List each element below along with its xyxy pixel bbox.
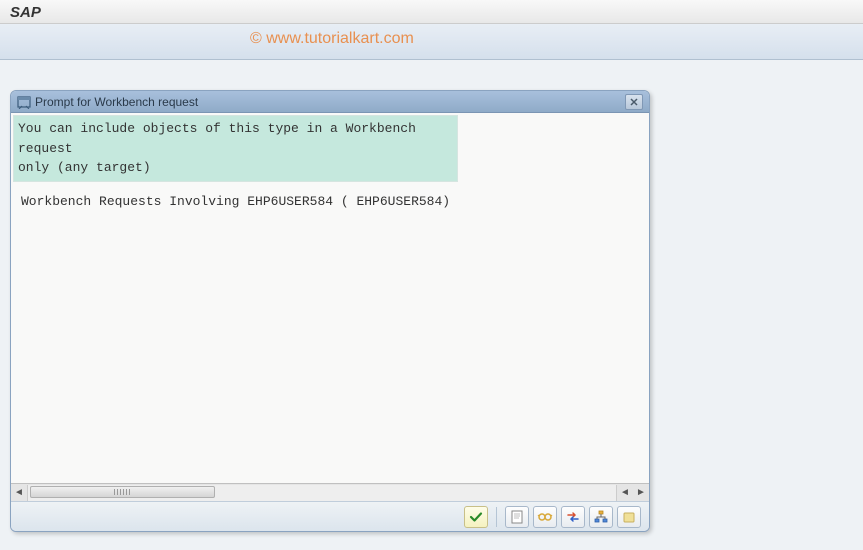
dialog-body: You can include objects of this type in …: [11, 113, 649, 501]
dialog-title: Prompt for Workbench request: [35, 95, 198, 109]
content-area: Prompt for Workbench request You can inc…: [0, 60, 863, 550]
app-title: SAP: [10, 4, 41, 21]
info-line-2: only (any target): [18, 158, 453, 178]
change-request-button[interactable]: [561, 506, 585, 528]
scroll-track[interactable]: [27, 485, 617, 501]
info-line-1: You can include objects of this type in …: [18, 119, 453, 158]
create-request-button[interactable]: [505, 506, 529, 528]
dialog-footer-toolbar: [11, 501, 649, 531]
watermark-text: © www.tutorialkart.com: [250, 30, 414, 48]
scroll-left-arrow-icon[interactable]: ◄: [11, 485, 27, 501]
cancel-button[interactable]: [617, 506, 641, 528]
dialog-close-button[interactable]: [625, 94, 643, 110]
toolbar-separator: [496, 507, 497, 527]
workbench-request-dialog: Prompt for Workbench request You can inc…: [10, 90, 650, 532]
dialog-titlebar[interactable]: Prompt for Workbench request: [11, 91, 649, 113]
own-requests-button[interactable]: [533, 506, 557, 528]
scroll-thumb[interactable]: [30, 486, 215, 498]
accept-button[interactable]: [464, 506, 488, 528]
app-header: SAP: [0, 0, 863, 24]
scroll-right-arrow-icon[interactable]: ◄: [617, 485, 633, 501]
dialog-title-group: Prompt for Workbench request: [17, 95, 198, 109]
main-toolbar: © www.tutorialkart.com: [0, 24, 863, 60]
scroll-right-arrow2-icon[interactable]: ►: [633, 485, 649, 501]
window-icon: [17, 95, 31, 109]
request-list-header: Workbench Requests Involving EHP6USER584…: [13, 190, 647, 213]
hierarchy-button[interactable]: [589, 506, 613, 528]
horizontal-scrollbar[interactable]: ◄ ◄ ►: [11, 483, 649, 501]
info-message: You can include objects of this type in …: [13, 115, 458, 182]
